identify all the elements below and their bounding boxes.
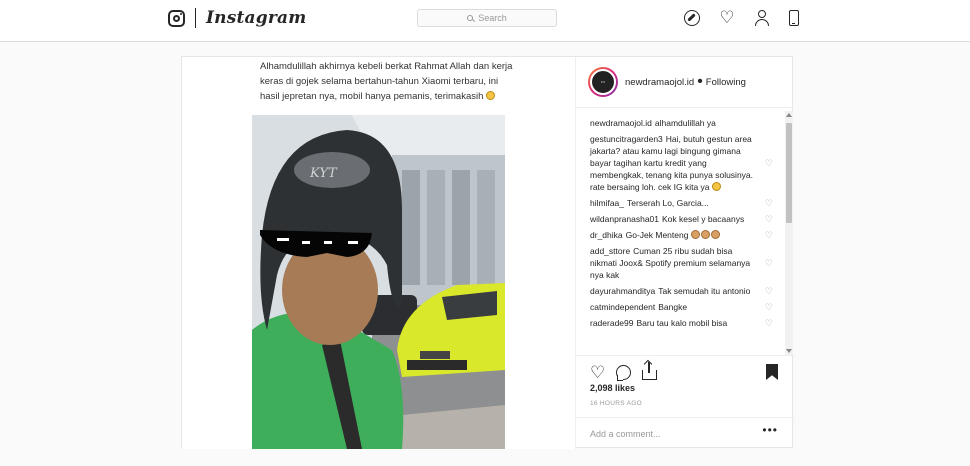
comment-item: catmindependent Bangke ♡	[590, 301, 775, 313]
comment-like-icon[interactable]: ♡	[765, 197, 773, 209]
post-sidebar: ••• newdramaojol.id • Following newdrama…	[575, 57, 795, 449]
comment-list[interactable]: newdramaojol.id alhamdulillah ya gestunci…	[576, 109, 785, 355]
comment-like-icon[interactable]: ♡	[765, 157, 773, 169]
instagram-wordmark[interactable]: Instagram	[206, 8, 306, 28]
comment-user[interactable]: dr_dhika	[590, 230, 623, 240]
comments-scrollbar[interactable]	[785, 111, 793, 355]
bookmark-icon[interactable]	[766, 364, 778, 380]
compass-icon[interactable]	[684, 10, 700, 26]
scroll-thumb[interactable]	[786, 123, 792, 223]
post-media: Alhamdulillah akhirnya kebeli berkat Rah…	[182, 57, 575, 449]
comment-like-icon[interactable]: ♡	[765, 301, 773, 313]
comment-text: Kok kesel y bacaanys	[662, 214, 745, 224]
scroll-up-arrow-icon[interactable]	[786, 113, 792, 117]
avatar[interactable]: •••	[588, 67, 618, 97]
logo[interactable]: Instagram	[168, 8, 306, 28]
comment-user[interactable]: hilmifaa_	[590, 198, 624, 208]
scroll-down-arrow-icon[interactable]	[786, 349, 792, 353]
heart-icon[interactable]: ♡	[719, 9, 735, 26]
comment-item: raderade99 Baru tau kalo mobil bisa ♡	[590, 317, 775, 329]
separator-dot: •	[697, 73, 703, 90]
comment-user[interactable]: catmindependent	[590, 302, 655, 312]
face-emoji-icon	[710, 230, 720, 239]
comment-text: Tak semudah itu antonio	[658, 286, 751, 296]
comment-item: dr_dhika Go-Jek Menteng ♡	[590, 229, 775, 241]
search-input[interactable]: Search	[417, 9, 557, 27]
more-options-icon[interactable]: •••	[762, 423, 778, 437]
comment-user[interactable]: wildanpranasha01	[590, 214, 659, 224]
comment-text: Go-Jek Menteng	[625, 230, 689, 240]
post-timestamp: 16 HOURS AGO	[590, 400, 643, 407]
nav-icons: ♡	[684, 9, 818, 26]
comment-like-icon[interactable]: ♡	[765, 213, 773, 225]
comment-user[interactable]: newdramaojol.id	[590, 118, 652, 128]
logo-divider	[195, 8, 196, 28]
smile-emoji-icon	[711, 182, 721, 191]
comment-like-icon[interactable]: ♡	[765, 317, 773, 329]
comment-like-icon[interactable]: ♡	[765, 229, 773, 241]
share-icon[interactable]	[642, 362, 657, 380]
comment-user[interactable]: gestuncitragarden3	[590, 134, 663, 144]
comment-user[interactable]: raderade99	[590, 318, 633, 328]
post-header: ••• newdramaojol.id • Following	[576, 57, 794, 108]
comment-item: hilmifaa_ Terserah Lo, Garcia... ♡	[590, 197, 775, 209]
comment-item: gestuncitragarden3 Hai, butuh gestun area…	[590, 133, 775, 193]
search-placeholder: Search	[478, 13, 507, 23]
instagram-camera-icon[interactable]	[168, 9, 185, 27]
comment-user[interactable]: add_sttore	[590, 246, 630, 256]
svg-text:KYT: KYT	[309, 166, 338, 181]
author-username[interactable]: newdramaojol.id	[625, 77, 694, 88]
like-heart-icon[interactable]: ♡	[590, 364, 605, 381]
comment-text: alhamdulillah ya	[654, 118, 716, 128]
comment-item: newdramaojol.id alhamdulillah ya	[590, 117, 775, 129]
post-card: Alhamdulillah akhirnya kebeli berkat Rah…	[181, 56, 795, 449]
image-caption-text: Alhamdulillah akhirnya kebeli berkat Rah…	[260, 61, 513, 102]
post-photo[interactable]: KYT	[252, 115, 505, 449]
face-emoji-icon	[700, 230, 710, 239]
comment-bubble-icon[interactable]	[616, 365, 631, 381]
likes-count[interactable]: 2,098 likes	[590, 383, 635, 393]
following-button[interactable]: Following	[706, 77, 746, 88]
comment-item: add_sttore Cuman 25 ribu sudah bisa nikma…	[590, 245, 775, 281]
top-nav: Instagram Search ♡	[0, 0, 970, 42]
comment-text: Terserah Lo, Garcia...	[627, 198, 709, 208]
comment-like-icon[interactable]: ♡	[765, 285, 773, 297]
mobile-icon[interactable]	[789, 10, 799, 26]
avatar-logo-icon: •••	[600, 79, 606, 84]
face-emoji-icon	[690, 230, 700, 239]
comment-user[interactable]: dayurahmanditya	[590, 286, 655, 296]
comment-text: Bangke	[658, 302, 688, 312]
comment-item: dayurahmanditya Tak semudah itu antonio ♡	[590, 285, 775, 297]
search-icon	[467, 15, 474, 21]
comment-item: wildanpranasha01 Kok kesel y bacaanys ♡	[590, 213, 775, 225]
comment-text: Baru tau kalo mobil bisa	[636, 318, 728, 328]
comment-like-icon[interactable]: ♡	[765, 257, 773, 269]
smile-emoji-icon	[486, 91, 496, 100]
profile-icon[interactable]	[754, 10, 770, 26]
add-comment-placeholder: Add a comment...	[590, 428, 661, 439]
